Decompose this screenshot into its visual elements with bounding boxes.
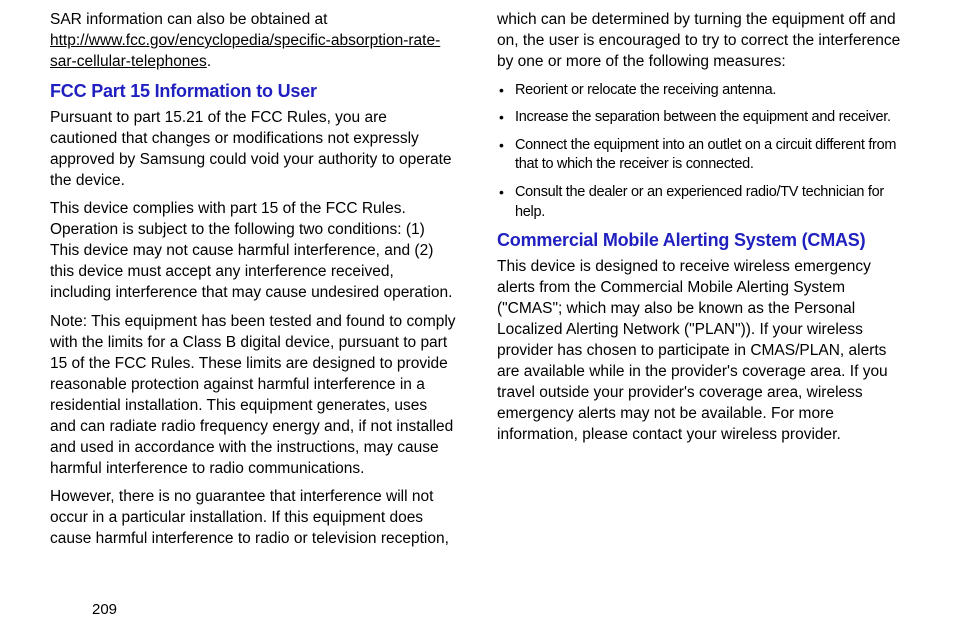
cmas-heading: Commercial Mobile Alerting System (CMAS) xyxy=(497,230,904,251)
fcc-heading: FCC Part 15 Information to User xyxy=(50,81,457,102)
fcc-para1: Pursuant to part 15.21 of the FCC Rules,… xyxy=(50,108,457,192)
list-item: Reorient or relocate the receiving anten… xyxy=(497,81,904,101)
fcc-para3: Note: This equipment has been tested and… xyxy=(50,312,457,479)
list-item: Connect the equipment into an outlet on … xyxy=(497,136,904,175)
continuation-para: which can be determined by turning the e… xyxy=(497,10,904,73)
left-column: SAR information can also be obtained at … xyxy=(50,10,457,558)
sar-info-paragraph: SAR information can also be obtained at … xyxy=(50,10,457,73)
page-number: 209 xyxy=(92,601,117,618)
sar-intro-text: SAR information can also be obtained at xyxy=(50,11,327,28)
sar-link[interactable]: http://www.fcc.gov/encyclopedia/specific… xyxy=(50,32,440,70)
sar-intro-suffix: . xyxy=(207,53,211,70)
fcc-para4: However, there is no guarantee that inte… xyxy=(50,487,457,550)
right-column: which can be determined by turning the e… xyxy=(497,10,904,558)
page-columns: SAR information can also be obtained at … xyxy=(50,10,904,558)
measures-list: Reorient or relocate the receiving anten… xyxy=(497,81,904,222)
list-item: Consult the dealer or an experienced rad… xyxy=(497,183,904,222)
list-item: Increase the separation between the equi… xyxy=(497,108,904,128)
fcc-para2: This device complies with part 15 of the… xyxy=(50,199,457,304)
cmas-para: This device is designed to receive wirel… xyxy=(497,257,904,445)
